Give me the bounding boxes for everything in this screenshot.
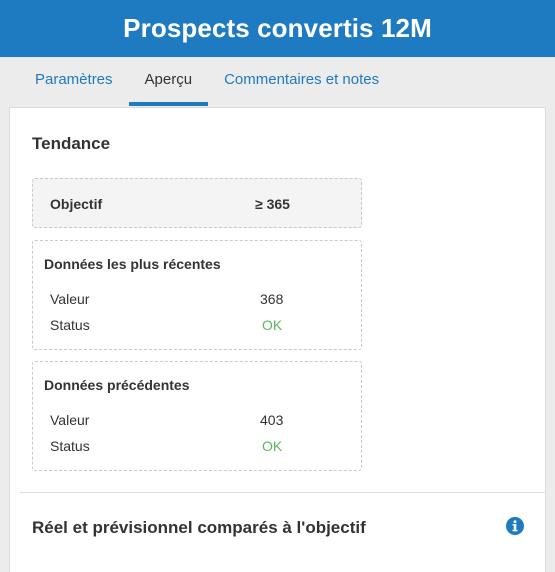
recent-data-box: Données les plus récentes Valeur 368 Sta… xyxy=(32,240,362,350)
previous-value: 403 xyxy=(260,412,284,428)
previous-status-label: Status xyxy=(50,438,90,454)
recent-value: 368 xyxy=(260,291,284,307)
recent-status-value: OK xyxy=(262,317,283,333)
info-icon[interactable] xyxy=(506,517,524,535)
section-divider xyxy=(20,492,545,493)
recent-status-label: Status xyxy=(50,317,90,333)
tab-commentaires-notes[interactable]: Commentaires et notes xyxy=(208,57,395,106)
trend-section-title: Tendance xyxy=(32,134,111,153)
tab-parametres[interactable]: Paramètres xyxy=(19,57,129,106)
objective-label: Objectif xyxy=(50,196,103,212)
previous-status-value: OK xyxy=(262,438,283,454)
previous-data-title: Données précédentes xyxy=(44,377,190,393)
objective-box: Objectif ≥ 365 xyxy=(32,178,362,228)
recent-data-title: Données les plus récentes xyxy=(44,256,221,272)
previous-value-label: Valeur xyxy=(50,412,90,428)
tab-apercu[interactable]: Aperçu xyxy=(128,57,209,106)
comparison-section-title: Réel et prévisionnel comparés à l'object… xyxy=(32,518,366,537)
overview-panel: Tendance Objectif ≥ 365 Données les plus… xyxy=(9,107,546,572)
objective-value: ≥ 365 xyxy=(255,196,290,212)
page-title: Prospects convertis 12M xyxy=(123,13,432,43)
title-bar: Prospects convertis 12M xyxy=(0,0,555,57)
tab-bar: Paramètres Aperçu Commentaires et notes xyxy=(0,57,555,106)
recent-value-label: Valeur xyxy=(50,291,90,307)
previous-data-box: Données précédentes Valeur 403 Status OK xyxy=(32,361,362,471)
